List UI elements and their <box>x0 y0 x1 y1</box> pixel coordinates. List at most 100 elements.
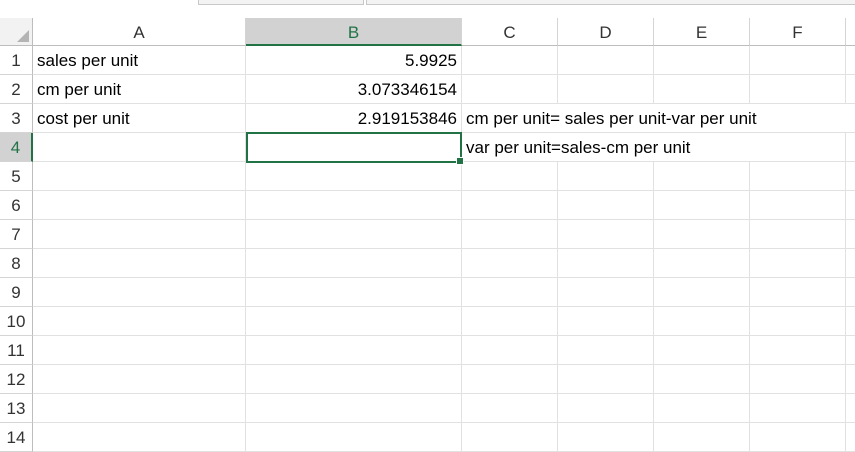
row-header-6[interactable]: 6 <box>0 191 33 220</box>
grid-cell[interactable] <box>246 133 462 162</box>
grid-cell[interactable] <box>33 423 246 452</box>
cell-a2[interactable]: cm per unit <box>33 75 246 104</box>
grid-cell[interactable] <box>750 75 846 104</box>
grid-cell[interactable] <box>33 191 246 220</box>
grid-cell[interactable] <box>750 191 846 220</box>
grid-cell[interactable] <box>750 220 846 249</box>
column-header-d[interactable]: D <box>558 18 654 46</box>
grid-cell[interactable] <box>246 162 462 191</box>
row-header-3[interactable]: 3 <box>0 104 33 133</box>
grid-cell[interactable] <box>750 46 846 75</box>
grid-cell[interactable] <box>33 220 246 249</box>
column-header-e[interactable]: E <box>654 18 750 46</box>
tab-edge[interactable] <box>198 0 364 5</box>
grid-cell[interactable] <box>33 365 246 394</box>
tab-edge[interactable] <box>366 0 855 5</box>
grid-cell[interactable] <box>462 336 558 365</box>
grid-cell[interactable] <box>846 423 855 452</box>
grid-cell[interactable] <box>246 423 462 452</box>
grid-cell[interactable] <box>246 220 462 249</box>
grid-cell[interactable] <box>846 133 855 162</box>
grid-cell[interactable] <box>846 394 855 423</box>
column-header-b[interactable]: B <box>246 18 462 46</box>
grid-cell[interactable] <box>33 307 246 336</box>
grid-cell[interactable] <box>654 365 750 394</box>
row-header-13[interactable]: 13 <box>0 394 33 423</box>
grid-cell[interactable] <box>246 394 462 423</box>
grid-cell[interactable] <box>750 336 846 365</box>
cell-b2[interactable]: 3.073346154 <box>246 75 462 104</box>
row-header-7[interactable]: 7 <box>0 220 33 249</box>
grid-cell[interactable] <box>558 336 654 365</box>
grid-cell[interactable] <box>846 278 855 307</box>
grid-cell[interactable] <box>846 220 855 249</box>
grid-cell[interactable] <box>462 307 558 336</box>
cell-c3[interactable]: cm per unit= sales per unit-var per unit <box>462 104 846 133</box>
grid-cell[interactable] <box>654 307 750 336</box>
cell-c4[interactable]: var per unit=sales-cm per unit <box>462 133 750 162</box>
grid-cell[interactable] <box>750 394 846 423</box>
grid-cell[interactable] <box>654 162 750 191</box>
grid-cell[interactable] <box>846 46 855 75</box>
grid-cell[interactable] <box>462 365 558 394</box>
grid-cell[interactable] <box>558 75 654 104</box>
grid-cell[interactable] <box>750 307 846 336</box>
grid-cell[interactable] <box>654 336 750 365</box>
cell-a1[interactable]: sales per unit <box>33 46 246 75</box>
grid-cell[interactable] <box>558 249 654 278</box>
select-all-button[interactable] <box>0 18 33 46</box>
cell-a3[interactable]: cost per unit <box>33 104 246 133</box>
grid-cell[interactable] <box>246 191 462 220</box>
grid-cell[interactable] <box>846 75 855 104</box>
grid-cell[interactable] <box>750 365 846 394</box>
row-header-11[interactable]: 11 <box>0 336 33 365</box>
column-header-c[interactable]: C <box>462 18 558 46</box>
grid-cell[interactable] <box>846 307 855 336</box>
grid-cell[interactable] <box>33 133 246 162</box>
row-header-9[interactable]: 9 <box>0 278 33 307</box>
grid-cell[interactable] <box>750 162 846 191</box>
grid-cell[interactable] <box>558 220 654 249</box>
grid-cell[interactable] <box>246 249 462 278</box>
grid-cell[interactable] <box>558 46 654 75</box>
row-header-12[interactable]: 12 <box>0 365 33 394</box>
grid-cell[interactable] <box>750 249 846 278</box>
grid-cell[interactable] <box>558 423 654 452</box>
row-header-10[interactable]: 10 <box>0 307 33 336</box>
grid-cell[interactable] <box>654 278 750 307</box>
cell-b1[interactable]: 5.9925 <box>246 46 462 75</box>
grid-cell[interactable] <box>246 365 462 394</box>
grid-cell[interactable] <box>33 336 246 365</box>
grid-cell[interactable] <box>846 249 855 278</box>
grid-cell[interactable] <box>462 75 558 104</box>
grid-cell[interactable] <box>654 75 750 104</box>
row-header-2[interactable]: 2 <box>0 75 33 104</box>
grid-cell[interactable] <box>462 162 558 191</box>
grid-cell[interactable] <box>654 249 750 278</box>
row-header-8[interactable]: 8 <box>0 249 33 278</box>
grid-cell[interactable] <box>558 365 654 394</box>
grid-cell[interactable] <box>846 365 855 394</box>
grid-cell[interactable] <box>246 278 462 307</box>
row-header-14[interactable]: 14 <box>0 423 33 452</box>
grid-cell[interactable] <box>462 191 558 220</box>
grid-cell[interactable] <box>558 191 654 220</box>
grid-cell[interactable] <box>246 307 462 336</box>
grid-cell[interactable] <box>654 220 750 249</box>
grid-cell[interactable] <box>462 394 558 423</box>
grid-cell[interactable] <box>750 133 846 162</box>
grid-cell[interactable] <box>654 394 750 423</box>
column-header-a[interactable]: A <box>33 18 246 46</box>
grid-cell[interactable] <box>462 423 558 452</box>
grid-cell[interactable] <box>846 336 855 365</box>
cell-b3[interactable]: 2.919153846 <box>246 104 462 133</box>
grid-cell[interactable] <box>33 162 246 191</box>
grid-cell[interactable] <box>462 249 558 278</box>
grid-cell[interactable] <box>246 336 462 365</box>
grid-cell[interactable] <box>558 278 654 307</box>
grid-cell[interactable] <box>750 423 846 452</box>
grid-cell[interactable] <box>654 423 750 452</box>
column-header-f[interactable]: F <box>750 18 846 46</box>
row-header-5[interactable]: 5 <box>0 162 33 191</box>
grid-cell[interactable] <box>558 307 654 336</box>
